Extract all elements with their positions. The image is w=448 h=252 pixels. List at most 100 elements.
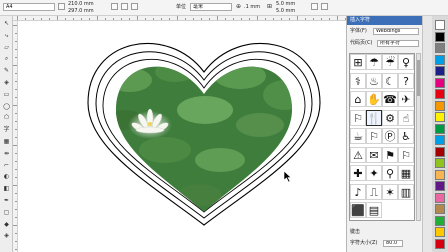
color-swatch[interactable]	[435, 54, 445, 65]
character-cell[interactable]: ⚙	[382, 109, 398, 126]
color-swatch[interactable]	[435, 66, 445, 76]
transparency-icon[interactable]: ◧	[2, 184, 11, 193]
character-cell[interactable]: ☕	[350, 128, 366, 144]
freehand-icon[interactable]: ✎	[2, 66, 11, 75]
character-cell[interactable]: ♿	[398, 128, 414, 144]
color-swatch[interactable]	[435, 215, 445, 226]
color-swatch[interactable]	[435, 181, 445, 191]
character-cell[interactable]: ☔	[382, 54, 398, 70]
color-swatch[interactable]	[435, 20, 445, 30]
snap-button[interactable]	[321, 3, 328, 10]
shape-icon[interactable]: ⤷	[2, 31, 11, 40]
text-icon[interactable]: 字	[2, 125, 11, 134]
character-cell[interactable]: ✦	[366, 165, 382, 181]
character-cell[interactable]: ☝	[398, 109, 414, 126]
character-cell[interactable]: Ⓟ	[382, 128, 398, 144]
scrollbar-thumb[interactable]	[417, 60, 420, 96]
docker-tabs[interactable]	[422, 16, 432, 252]
color-swatch[interactable]	[435, 192, 445, 203]
color-swatch[interactable]	[435, 89, 445, 99]
character-cell[interactable]: ✉	[366, 146, 382, 163]
duplicate-x-value[interactable]: 5.0 mm	[276, 1, 295, 7]
character-cell[interactable]: ⚐	[366, 128, 382, 144]
character-cell[interactable]: ▥	[398, 183, 414, 200]
page-width-value[interactable]: 210.0 mm	[68, 1, 94, 7]
fill-icon[interactable]: ◆	[2, 220, 11, 229]
color-swatch[interactable]	[435, 146, 445, 157]
color-swatch[interactable]	[435, 112, 445, 122]
ruler-tick	[185, 18, 186, 20]
options-button[interactable]	[311, 3, 318, 10]
smart-fill-icon[interactable]: ◈	[2, 78, 11, 87]
color-swatch[interactable]	[435, 169, 445, 180]
character-cell[interactable]: ⎍	[366, 183, 382, 200]
character-cell[interactable]: ⌂	[350, 91, 366, 107]
font-select[interactable]: Webdings	[373, 28, 419, 35]
character-cell[interactable]: ✚	[350, 165, 366, 181]
character-cell[interactable]: ▦	[398, 165, 414, 181]
character-cell[interactable]: ⚐	[350, 109, 366, 126]
polygon-icon[interactable]: ⬠	[2, 113, 11, 122]
ruler-tick	[17, 16, 18, 20]
insert-character-docker: 插入字符 字体(F) Webdings 代码页(C) 所有字符 ⊞ ☂ ☔ ♀ ⚕ ♨ ☾?…	[346, 16, 423, 252]
character-cell[interactable]: ⚕	[350, 72, 366, 89]
character-cell[interactable]: ⊞	[350, 54, 366, 70]
ruler-tick	[13, 225, 17, 226]
character-cell[interactable]: ✶	[382, 183, 398, 200]
blend-icon[interactable]: ◐	[2, 172, 11, 181]
ellipse-icon[interactable]: ◯	[2, 102, 11, 111]
interactive-fill-icon[interactable]: ◈	[2, 231, 11, 240]
portrait-button[interactable]	[58, 3, 65, 10]
color-swatch[interactable]	[435, 77, 445, 88]
character-cell[interactable]: ☂	[366, 54, 382, 70]
character-cell[interactable]: ✋	[366, 91, 382, 107]
character-cell[interactable]: ♀	[398, 54, 414, 70]
color-swatch[interactable]	[435, 100, 445, 111]
zoom-icon[interactable]: ⌕	[2, 54, 11, 63]
ruler-tick	[15, 193, 17, 194]
landscape-button[interactable]	[111, 3, 118, 10]
connector-icon[interactable]: ⌐	[2, 161, 11, 170]
eyedropper-icon[interactable]: ✒	[2, 196, 11, 205]
all-pages-button[interactable]	[121, 3, 128, 10]
heart-frame-group[interactable]	[87, 42, 321, 226]
page-height-value[interactable]: 297.0 mm	[68, 8, 94, 14]
ruler-tick	[305, 18, 306, 20]
color-swatch[interactable]	[435, 204, 445, 214]
character-grid-scrollbar[interactable]	[416, 53, 421, 221]
units-select[interactable]: 毫米	[190, 3, 232, 11]
outline-icon[interactable]: ▢	[2, 208, 11, 217]
character-cell[interactable]: ☾	[382, 72, 398, 89]
character-cell[interactable]: ♪	[350, 183, 366, 200]
color-swatch[interactable]	[435, 123, 445, 134]
color-swatch[interactable]	[435, 227, 445, 237]
crop-icon[interactable]: ▱	[2, 43, 11, 52]
nudge-value[interactable]: .1 mm	[244, 4, 260, 10]
color-swatch[interactable]	[435, 43, 445, 53]
character-cell[interactable]: ⬛	[350, 202, 366, 218]
table-icon[interactable]: ▦	[2, 137, 11, 146]
color-swatch[interactable]	[435, 135, 445, 145]
color-swatch[interactable]	[435, 158, 445, 168]
drawing-canvas[interactable]	[18, 21, 346, 252]
character-cell[interactable]: ☎	[382, 91, 398, 107]
font-size-input[interactable]: 80.0	[383, 240, 403, 247]
paper-size-select[interactable]: A4	[3, 3, 55, 11]
pick-icon[interactable]: ↖	[2, 19, 11, 28]
current-page-button[interactable]	[131, 3, 138, 10]
rectangle-icon[interactable]: ▭	[2, 90, 11, 99]
character-cell[interactable]: ♨	[366, 72, 382, 89]
color-swatch[interactable]	[435, 31, 445, 42]
code-page-select[interactable]: 所有字符	[377, 40, 419, 47]
character-cell[interactable]: ⚲	[382, 165, 398, 181]
dimension-icon[interactable]: ⇹	[2, 149, 11, 158]
color-swatch[interactable]	[435, 238, 445, 249]
character-cell[interactable]: ⚑	[382, 146, 398, 163]
duplicate-y-value[interactable]: 5.0 mm	[276, 8, 295, 14]
character-cell[interactable]: ▤	[366, 202, 382, 218]
character-cell[interactable]: ⚐	[398, 146, 414, 163]
character-cell[interactable]: 🍴	[366, 109, 382, 126]
character-cell[interactable]: ?	[398, 72, 414, 89]
character-cell[interactable]: ⚠	[350, 146, 366, 163]
character-cell[interactable]: ✈	[398, 91, 414, 107]
